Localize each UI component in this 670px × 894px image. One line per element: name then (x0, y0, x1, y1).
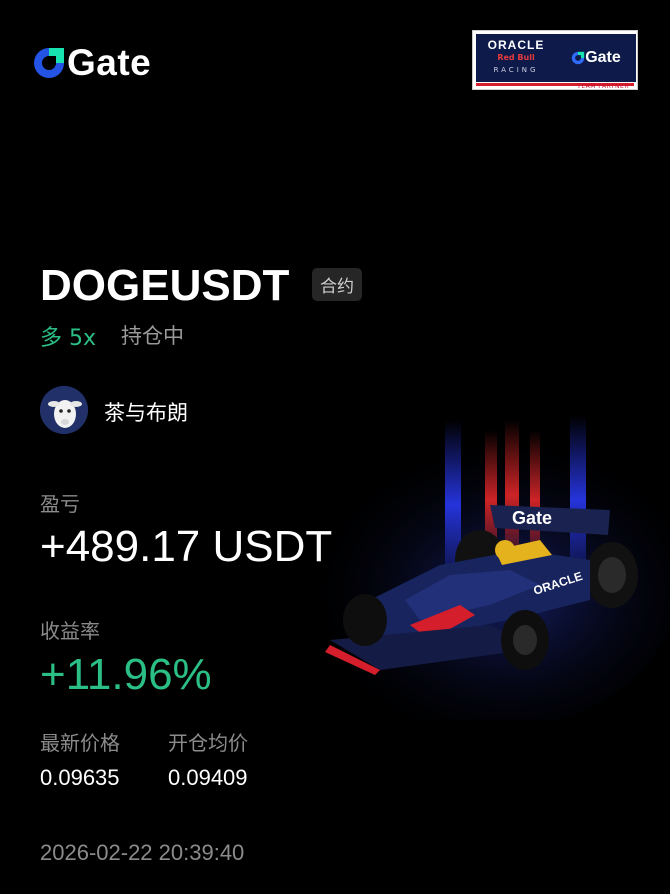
pnl-label: 盈亏 (40, 492, 80, 516)
logo-text: Gate (67, 42, 152, 83)
timestamp: 2026-02-22 20:39:40 (40, 840, 245, 865)
avatar (40, 386, 88, 434)
oracle-text: ORACLE (487, 38, 545, 52)
f1-car-illustration: Gate ORACLE (300, 415, 670, 720)
svg-text:Gate: Gate (512, 508, 552, 528)
redbull-text: Red Bull (497, 53, 535, 62)
gate-small-icon (572, 51, 585, 65)
roi-label: 收益率 (40, 619, 100, 643)
contract-type-tag: 合约 (312, 268, 362, 301)
contract-symbol: DOGEUSDT (40, 261, 290, 310)
latest-price-value: 0.09635 (40, 765, 120, 790)
pnl-value: +489.17 USDT (40, 522, 333, 571)
racing-text: RACING (493, 66, 539, 74)
entry-price-label: 开仓均价 (168, 731, 248, 755)
entry-price-value: 0.09409 (168, 765, 248, 790)
gate-logo: Gate (32, 44, 151, 81)
latest-price-label: 最新价格 (40, 731, 120, 755)
roi-value: +11.96% (40, 650, 212, 699)
user-nickname: 茶与布朗 (104, 401, 188, 425)
racing-team-logo: ORACLE Red Bull RACING (476, 34, 556, 82)
position-direction: 多 5x (40, 326, 97, 351)
partner-subtitle: TEAM PARTNER (577, 83, 629, 90)
team-partner-badge: ORACLE Red Bull RACING Gate TEAM PARTNER (472, 30, 638, 90)
partner-gate-text: Gate (585, 49, 621, 66)
partner-gate-logo: Gate (556, 34, 636, 82)
gate-logo-icon (34, 47, 64, 78)
position-status: 持仓中 (121, 324, 184, 348)
goat-avatar-icon (40, 386, 88, 434)
